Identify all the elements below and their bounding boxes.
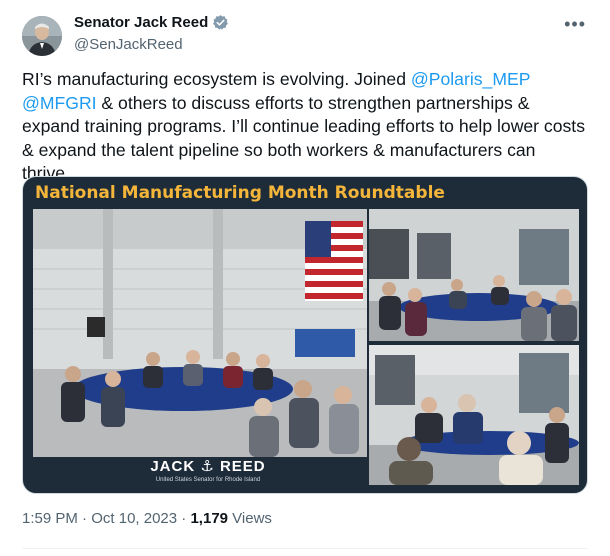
author-name-row: Senator Jack Reed [74, 14, 229, 31]
profile-photo [22, 16, 62, 56]
views-count[interactable]: 1,179 [190, 510, 228, 527]
tweet-date[interactable]: Oct 10, 2023 [91, 510, 177, 527]
mention-link[interactable]: @MFGRI [22, 93, 97, 113]
tweet-time[interactable]: 1:59 PM [22, 510, 78, 527]
more-options-icon[interactable]: ••• [564, 14, 586, 35]
tweet-text: RI’s manufacturing ecosystem is evolving… [22, 68, 588, 186]
brand-name: JACK ⚓ REED [150, 458, 266, 475]
tweet-text-part: RI’s manufacturing ecosystem is evolving… [22, 69, 411, 89]
senator-brand-logo: JACK ⚓ REED United States Senator for Rh… [143, 457, 273, 483]
views-label: Views [228, 510, 272, 527]
meta-separator: · [177, 510, 191, 527]
brand-subtitle: United States Senator for Rhode Island [155, 477, 261, 483]
roundtable-photo-main [33, 209, 367, 457]
roundtable-photo-top-right [369, 209, 579, 341]
meta-separator: · [77, 510, 92, 527]
verified-badge-icon[interactable] [212, 14, 229, 31]
author-name[interactable]: Senator Jack Reed [74, 14, 208, 31]
roundtable-photo-bottom-right-graphic [369, 345, 579, 485]
tweet-meta: 1:59 PM · Oct 10, 2023 · 1,179 Views [22, 510, 272, 527]
avatar[interactable] [22, 16, 62, 56]
author-handle[interactable]: @SenJackReed [74, 36, 183, 53]
tweet-media-image[interactable]: National Manufacturing Month Roundtable [22, 176, 588, 494]
roundtable-photo-top-right-graphic [369, 209, 579, 341]
banner-title: National Manufacturing Month Roundtable [35, 183, 445, 203]
divider [22, 548, 588, 549]
roundtable-photo-main-graphic [33, 209, 367, 457]
mention-link[interactable]: @Polaris_MEP [411, 69, 530, 89]
tweet-text-part: & others to discuss efforts to strengthe… [22, 92, 585, 184]
roundtable-photo-bottom-right [369, 345, 579, 485]
